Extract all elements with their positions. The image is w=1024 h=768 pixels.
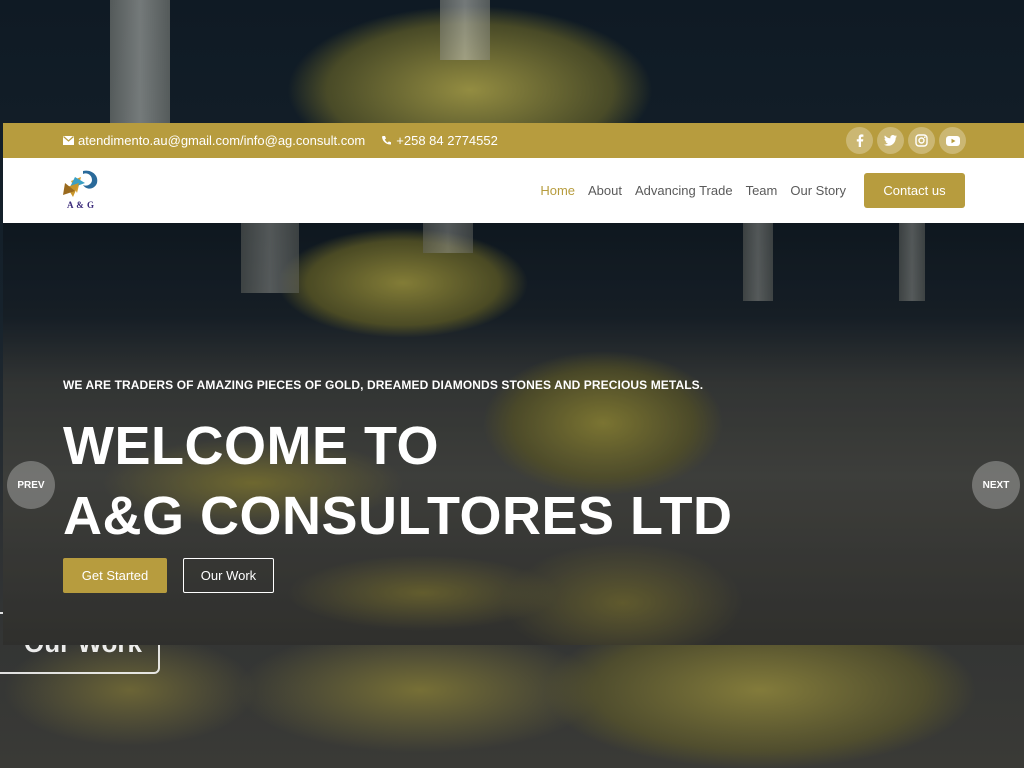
instagram-icon[interactable] (908, 127, 935, 154)
top-bar: atendimento.au@gmail.com/info@ag.consult… (3, 123, 1024, 158)
facebook-icon[interactable] (846, 127, 873, 154)
logo-emblem-icon (63, 170, 98, 197)
company-logo[interactable]: A & G (61, 167, 105, 213)
youtube-icon[interactable] (939, 127, 966, 154)
nav-our-story[interactable]: Our Story (790, 183, 846, 198)
site-frame: atendimento.au@gmail.com/info@ag.consult… (3, 123, 1024, 645)
get-started-button[interactable]: Get Started (63, 558, 167, 593)
nav-home[interactable]: Home (540, 183, 575, 198)
next-slide-button[interactable]: NEXT (972, 461, 1020, 509)
hero-tagline: WE ARE TRADERS OF AMAZING PIECES OF GOLD… (63, 378, 704, 392)
twitter-icon[interactable] (877, 127, 904, 154)
hero-title: WELCOME TO A&G CONSULTORES LTD (63, 411, 733, 551)
phone-contact[interactable]: +258 84 2774552 (381, 133, 498, 148)
hero-slider: WE ARE TRADERS OF AMAZING PIECES OF GOLD… (3, 223, 1024, 645)
prev-slide-button[interactable]: PREV (7, 461, 55, 509)
nav-advancing-trade[interactable]: Advancing Trade (635, 183, 733, 198)
navbar: A & G Home About Advancing Trade Team Ou… (3, 158, 1024, 223)
mail-icon (63, 136, 74, 145)
phone-icon (381, 135, 392, 146)
phone-text: +258 84 2774552 (396, 133, 498, 148)
social-links (846, 127, 966, 154)
contact-us-button[interactable]: Contact us (864, 173, 965, 208)
hero-title-line-2: A&G CONSULTORES LTD (63, 486, 733, 546)
background-bar (440, 0, 490, 60)
main-menu: Home About Advancing Trade Team Our Stor… (540, 158, 846, 223)
nav-team[interactable]: Team (746, 183, 778, 198)
email-contact[interactable]: atendimento.au@gmail.com/info@ag.consult… (63, 133, 365, 148)
hero-title-line-1: WELCOME TO (63, 416, 439, 476)
contact-info: atendimento.au@gmail.com/info@ag.consult… (63, 123, 498, 158)
logo-text: A & G (67, 200, 95, 210)
email-text: atendimento.au@gmail.com/info@ag.consult… (78, 133, 366, 148)
our-work-button[interactable]: Our Work (183, 558, 274, 593)
nav-about[interactable]: About (588, 183, 622, 198)
